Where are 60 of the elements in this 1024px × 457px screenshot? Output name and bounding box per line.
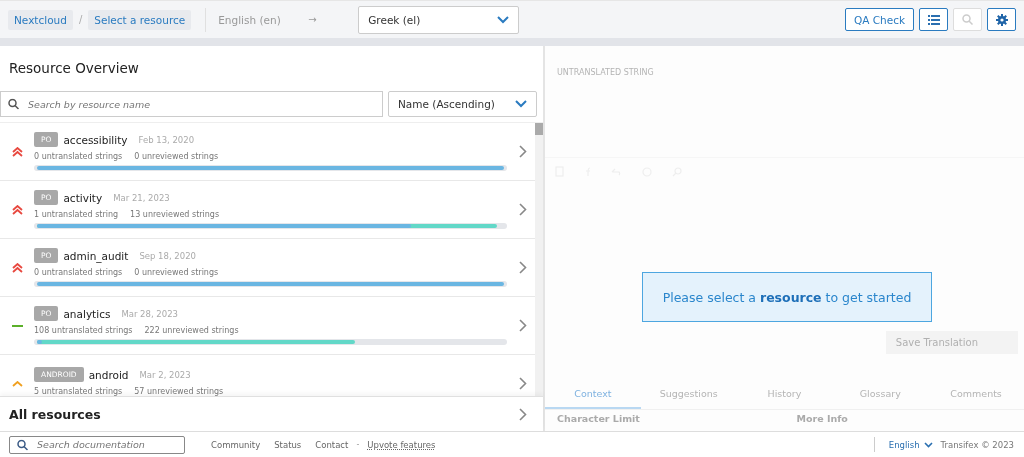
- resource-date: Feb 13, 2020: [138, 134, 195, 145]
- search-icon: [8, 98, 19, 110]
- upvote-link[interactable]: Upvote features: [367, 439, 436, 450]
- info-heading: More Info: [795, 412, 849, 426]
- panel-title: Resource Overview: [8, 59, 140, 78]
- breadcrumb-link[interactable]: Nextcloud: [8, 9, 73, 30]
- untranslated-count: 1 untranslated string: [34, 210, 119, 219]
- copyright: Transifex © 2023: [940, 439, 1014, 450]
- search-icon: [17, 439, 28, 450]
- info-heading: Character Limit: [556, 412, 641, 426]
- language-selector[interactable]: English: [888, 439, 933, 450]
- untranslated-count: 108 untranslated strings: [34, 326, 133, 335]
- search-icon: [962, 14, 973, 25]
- chevron-right-icon: [519, 319, 527, 332]
- list-icon: [927, 14, 940, 25]
- footer-separator: -: [356, 440, 360, 449]
- source-language: English (en): [218, 13, 282, 26]
- breadcrumb-link[interactable]: Select a resource: [88, 9, 192, 30]
- chevron-down-icon: [923, 441, 933, 448]
- unreviewed-count: 0 unreviewed strings: [134, 268, 219, 277]
- unreviewed-count: 13 unreviewed strings: [130, 210, 220, 219]
- info-message: Please select a resource to get started: [642, 272, 932, 322]
- footer-link[interactable]: Status: [274, 439, 302, 450]
- footer-link[interactable]: Community: [211, 439, 261, 450]
- chevron-down-icon: [497, 15, 510, 24]
- resource-search-field[interactable]: Search by resource name: [0, 91, 383, 117]
- documentation-search-field[interactable]: Search documentation: [9, 435, 185, 454]
- resource-date: Sep 18, 2020: [139, 250, 196, 261]
- resource-name: analytics: [63, 307, 111, 320]
- breadcrumb-separator: /: [78, 14, 83, 25]
- resource-name: admin_audit: [63, 249, 129, 262]
- chevron-right-icon: [519, 261, 527, 274]
- chevron-down-icon: [515, 100, 527, 108]
- untranslated-count: 0 untranslated strings: [34, 268, 123, 277]
- chevron-right-icon: [519, 377, 527, 390]
- list-button[interactable]: [919, 8, 948, 31]
- resource-name: accessibility: [63, 133, 128, 146]
- unreviewed-count: 57 unreviewed strings: [134, 387, 224, 396]
- resource-date: Mar 2, 2023: [139, 369, 191, 380]
- resource-date: Mar 21, 2023: [113, 192, 170, 203]
- settings-icon: [995, 13, 1008, 26]
- untranslated-count: 0 untranslated strings: [34, 152, 123, 161]
- resource-name: activity: [63, 191, 103, 204]
- all-resources-link[interactable]: All resources: [0, 396, 543, 431]
- qa-check-button[interactable]: QA Check: [844, 8, 914, 31]
- resource-date: Mar 28, 2023: [121, 308, 178, 319]
- chevron-right-icon: [519, 145, 527, 158]
- settings-button[interactable]: [987, 8, 1016, 31]
- direction-arrow: →: [308, 14, 318, 25]
- scrollbar[interactable]: [535, 123, 543, 396]
- chevron-right-icon: [519, 407, 527, 421]
- resource-name: android: [88, 368, 129, 381]
- target-language-select[interactable]: Greek (el): [358, 5, 520, 34]
- untranslated-count: 5 untranslated strings: [34, 387, 123, 396]
- string-label: UNTRANSLATED STRING: [557, 68, 654, 77]
- chevron-right-icon: [519, 203, 527, 216]
- unreviewed-count: 222 unreviewed strings: [144, 326, 239, 335]
- unreviewed-count: 0 unreviewed strings: [134, 152, 219, 161]
- sort-select[interactable]: Name (Ascending): [388, 91, 537, 117]
- footer-link[interactable]: Contact: [315, 439, 349, 450]
